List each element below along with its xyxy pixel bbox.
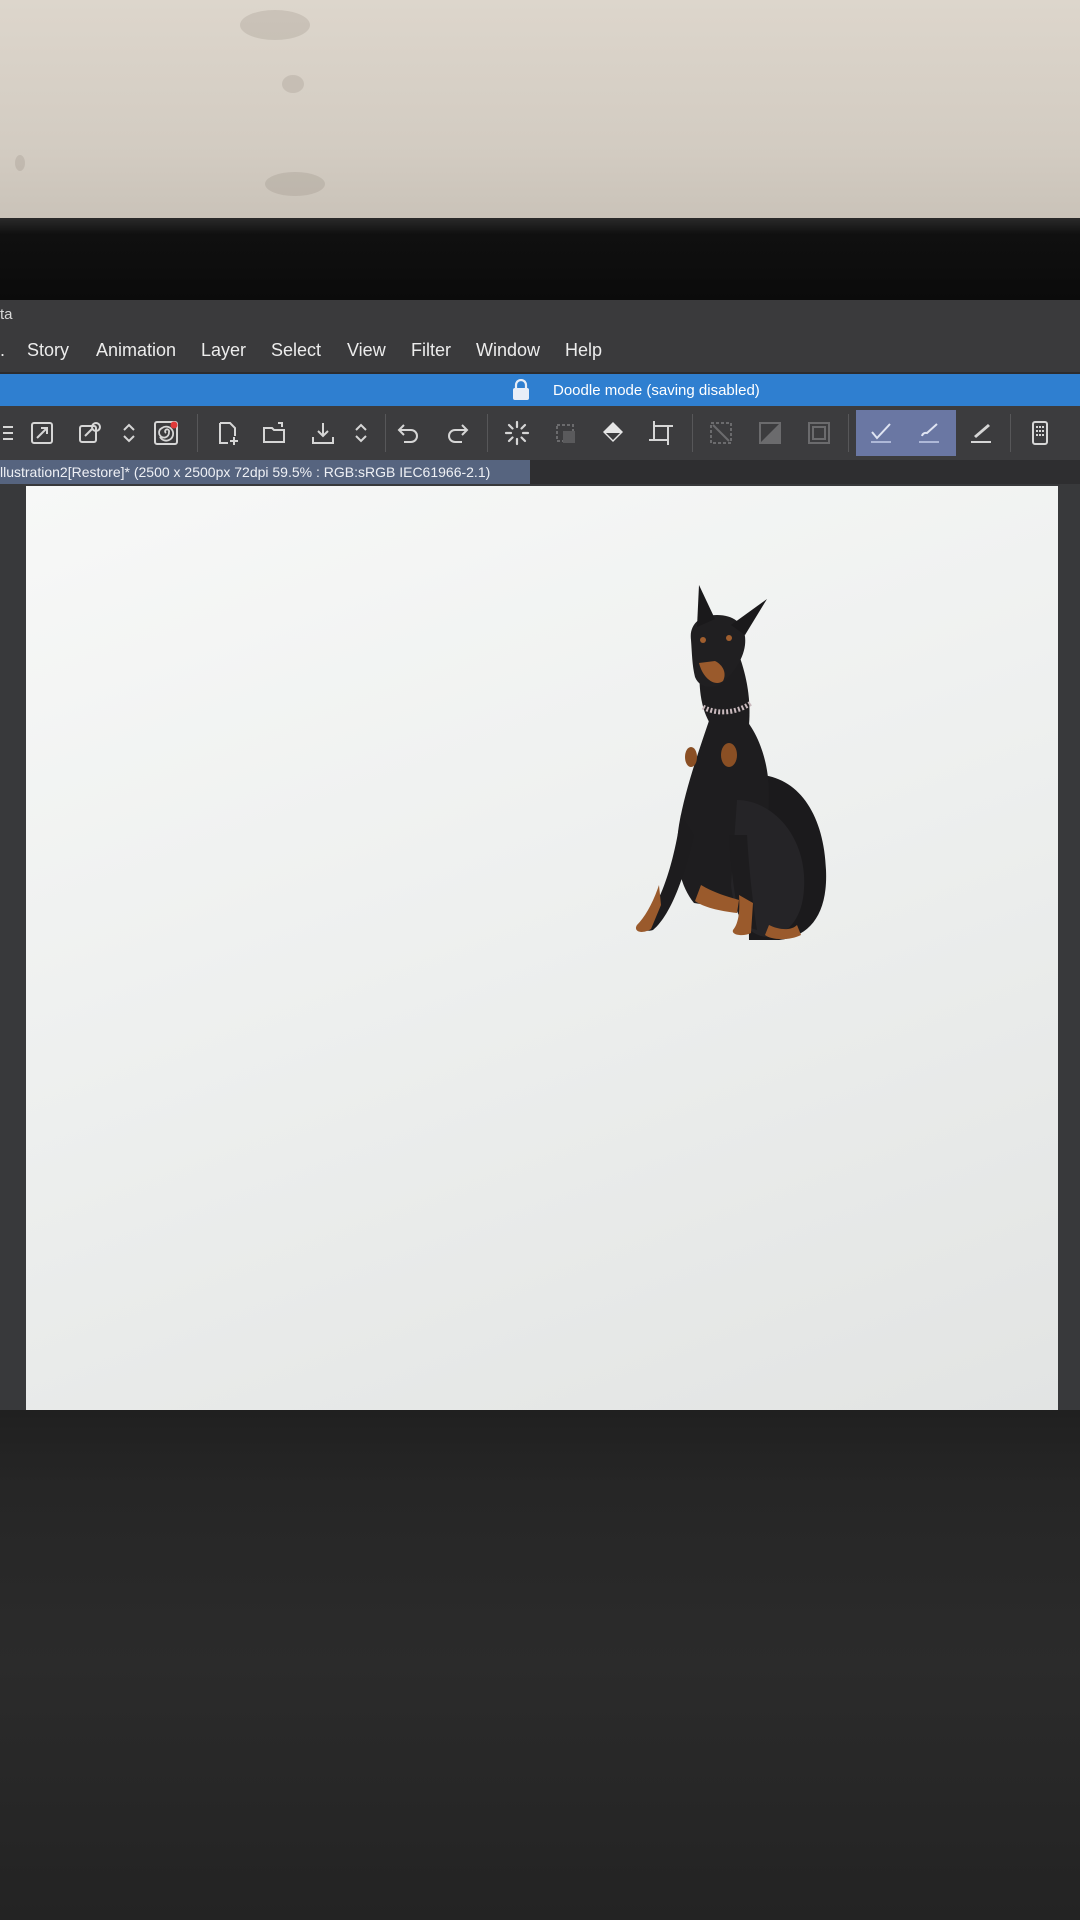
wall-background (0, 0, 1080, 222)
settings-icon[interactable] (74, 417, 106, 449)
main-toolbar (0, 406, 1080, 461)
document-tab[interactable]: llustration2[Restore]* (2500 x 2500px 72… (0, 460, 530, 484)
monitor-bezel-top (0, 218, 1080, 300)
menu-story[interactable]: Story (27, 340, 69, 361)
menu-select[interactable]: Select (271, 340, 321, 361)
menu-filter[interactable]: Filter (411, 340, 451, 361)
menu-bar: . Story Animation Layer Select View Filt… (0, 330, 1080, 372)
wall-mark (265, 172, 325, 196)
toolbar-separator (848, 414, 849, 452)
menu-icon[interactable] (0, 417, 18, 449)
up-down-icon[interactable] (113, 417, 145, 449)
menu-view[interactable]: View (347, 340, 386, 361)
device-icon[interactable] (1024, 417, 1056, 449)
menu-help[interactable]: Help (565, 340, 602, 361)
pen-check-icon[interactable] (865, 417, 897, 449)
window-title: ta (0, 306, 13, 323)
new-icon[interactable] (212, 417, 244, 449)
brush-icon[interactable] (913, 417, 945, 449)
wall-mark (240, 10, 310, 40)
toolbar-separator (1010, 414, 1011, 452)
document-tab-label: llustration2[Restore]* (2500 x 2500px 72… (0, 464, 491, 480)
menu-window[interactable]: Window (476, 340, 540, 361)
menu-truncated-indicator: . (0, 340, 6, 360)
undo-icon[interactable] (393, 417, 425, 449)
drawing-canvas[interactable] (26, 486, 1058, 1414)
menu-animation[interactable]: Animation (96, 340, 176, 361)
clear-icon[interactable] (705, 417, 737, 449)
wall-mark (282, 75, 304, 93)
spinner-icon[interactable] (501, 417, 533, 449)
fill-icon[interactable] (597, 417, 629, 449)
border-icon[interactable] (803, 417, 835, 449)
diagonal-icon[interactable] (754, 417, 786, 449)
spiral-icon[interactable] (150, 417, 182, 449)
monitor-bezel-bottom (0, 1410, 1080, 1920)
title-bar: ta (0, 300, 1080, 330)
tab-strip (530, 460, 1080, 484)
banner-text: Doodle mode (saving disabled) (553, 382, 760, 399)
ruler-pen-icon[interactable] (965, 417, 997, 449)
toolbar-separator (385, 414, 386, 452)
transform-icon[interactable] (645, 417, 677, 449)
wall-mark (15, 155, 25, 171)
open-icon[interactable] (259, 417, 291, 449)
redo-icon[interactable] (441, 417, 473, 449)
doodle-mode-banner: Doodle mode (saving disabled) (0, 374, 1080, 406)
save-icon[interactable] (307, 417, 339, 449)
lock-icon (513, 379, 529, 400)
square-icon[interactable] (549, 417, 581, 449)
app-window: ta . Story Animation Layer Select View F… (0, 300, 1080, 1425)
menu-layer[interactable]: Layer (201, 340, 246, 361)
toolbar-separator (692, 414, 693, 452)
canvas-workspace (0, 484, 1080, 1425)
toolbar-separator (197, 414, 198, 452)
doberman-image (635, 585, 827, 940)
toolbar-separator (487, 414, 488, 452)
up-down-icon[interactable] (345, 417, 377, 449)
expand-icon[interactable] (26, 417, 58, 449)
